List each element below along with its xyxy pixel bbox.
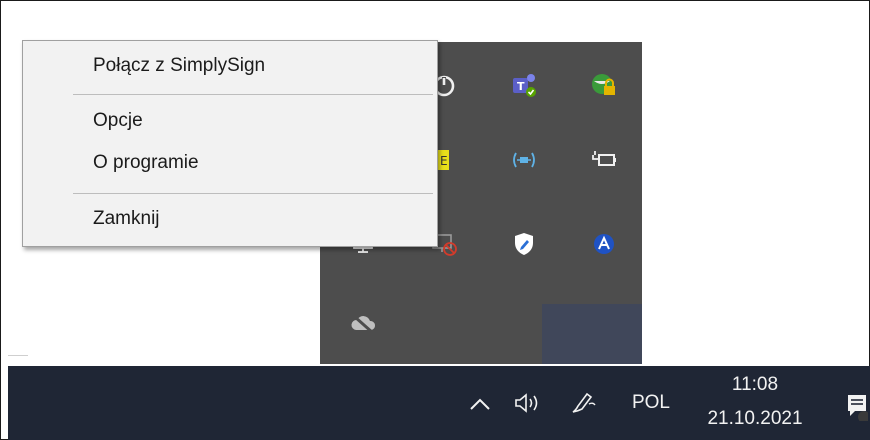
system-clock[interactable]: 11:08 21.10.2021 [700, 366, 810, 440]
menu-separator [73, 94, 433, 95]
pen-icon[interactable] [564, 386, 604, 420]
battery-plug-icon[interactable] [584, 140, 624, 180]
teams-icon[interactable]: T [504, 66, 544, 106]
menu-separator [73, 193, 433, 194]
svg-text:E: E [440, 154, 448, 168]
vpn-lock-icon[interactable] [584, 66, 624, 106]
desktop-patch [642, 220, 698, 356]
flyout-dark-region [542, 304, 642, 364]
context-menu: Połącz z SimplySign Opcje O programie Za… [22, 40, 438, 247]
chevron-up-icon[interactable] [464, 388, 496, 420]
volume-icon[interactable] [508, 386, 548, 420]
svg-text:T: T [517, 80, 525, 93]
bluetooth-broadcast-icon[interactable] [504, 140, 544, 180]
notification-icon[interactable] [842, 386, 870, 426]
clock-date: 21.10.2021 [707, 408, 803, 429]
divider-line [8, 355, 28, 356]
cloud-offline-icon[interactable] [344, 304, 384, 344]
menu-icon-column [23, 41, 71, 246]
menu-item-close[interactable]: Zamknij [71, 202, 431, 236]
menu-item-options[interactable]: Opcje [71, 104, 431, 138]
menu-item-connect-simplysign[interactable]: Połącz z SimplySign [71, 49, 431, 83]
clock-time: 11:08 [731, 374, 779, 395]
blue-a-icon[interactable] [584, 224, 624, 264]
language-indicator[interactable]: POL [624, 386, 678, 420]
taskbar: POL 11:08 21.10.2021 [8, 366, 870, 440]
security-shield-icon[interactable] [504, 224, 544, 264]
menu-item-about[interactable]: O programie [71, 146, 431, 180]
